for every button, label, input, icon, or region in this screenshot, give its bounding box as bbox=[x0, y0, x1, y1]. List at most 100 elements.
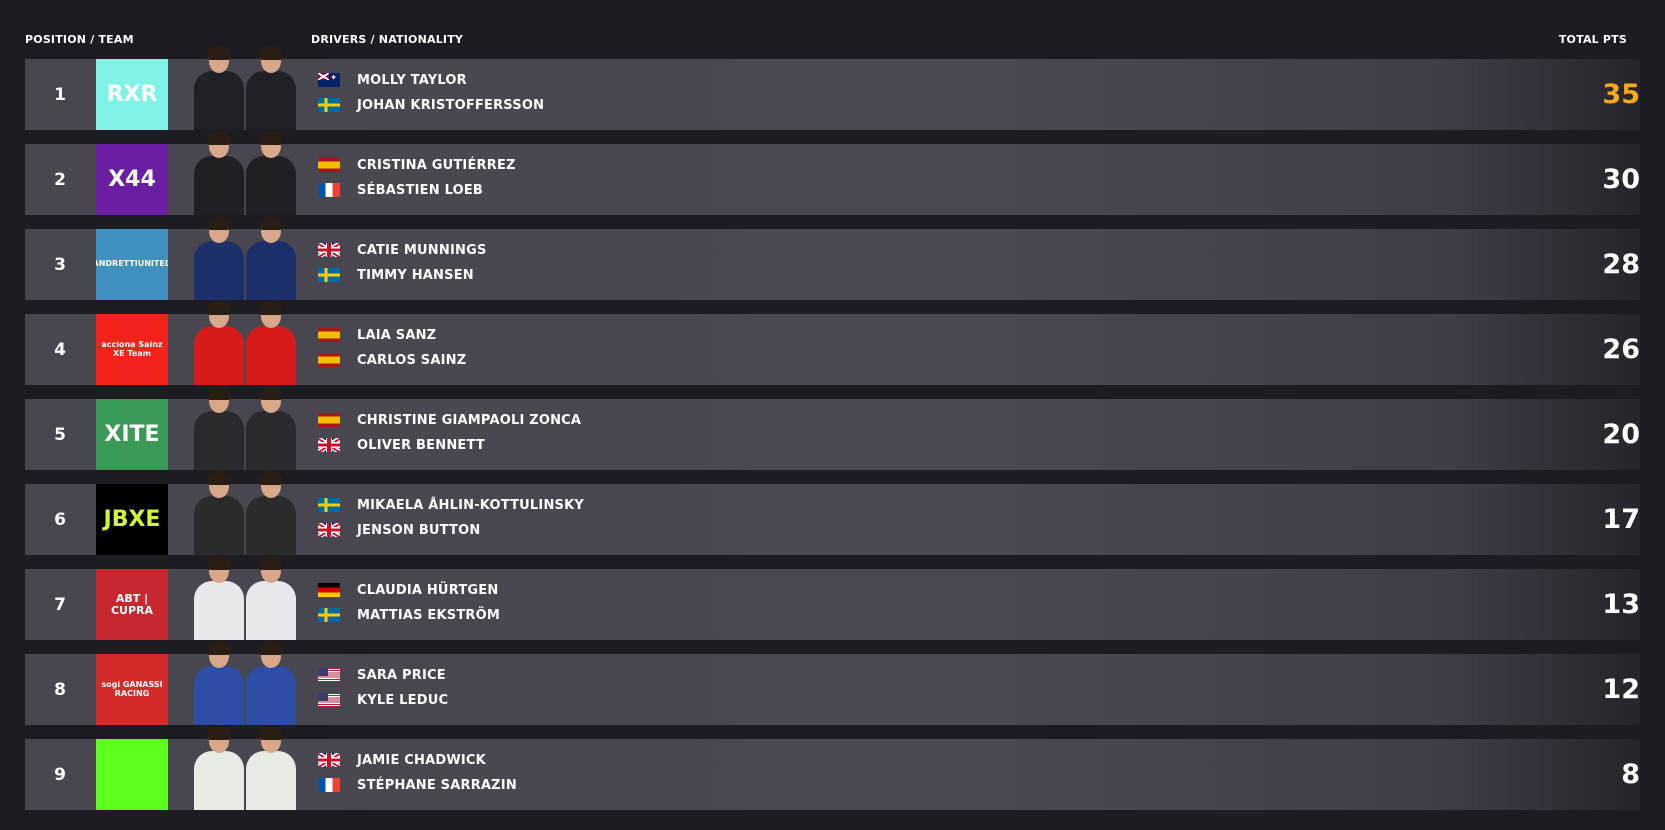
driver-photos bbox=[180, 130, 320, 215]
standings-row[interactable]: 5 XITE CHRISTINE GIAMPAOLI ZONCA OLIVER … bbox=[25, 386, 1640, 470]
driver-photo bbox=[242, 555, 300, 640]
driver-entry[interactable]: SARA PRICE bbox=[318, 666, 446, 684]
standings-row[interactable]: 2 X44 CRISTINA GUTIÉRREZ SÉBASTIEN LOEB … bbox=[25, 131, 1640, 215]
driver-name: STÉPHANE SARRAZIN bbox=[357, 777, 517, 793]
se-flag-icon bbox=[318, 268, 340, 282]
team-logo-text: ANDRETTIUNITED bbox=[96, 259, 168, 269]
driver-photo bbox=[242, 45, 300, 130]
gb-flag-icon bbox=[318, 243, 340, 257]
driver-name: JENSON BUTTON bbox=[357, 522, 481, 538]
driver-name: MOLLY TAYLOR bbox=[357, 72, 467, 88]
us-flag-icon bbox=[318, 693, 340, 707]
de-flag-icon bbox=[318, 583, 340, 597]
team-logo[interactable]: acciona Sainz XE Team bbox=[96, 314, 168, 385]
driver-entry[interactable]: CRISTINA GUTIÉRREZ bbox=[318, 156, 516, 174]
driver-photo bbox=[242, 300, 300, 385]
driver-photos bbox=[180, 640, 320, 725]
driver-entry[interactable]: MOLLY TAYLOR bbox=[318, 71, 467, 89]
position-number: 5 bbox=[54, 424, 66, 445]
team-logo[interactable]: XITE bbox=[96, 399, 168, 470]
driver-entry[interactable]: JOHAN KRISTOFFERSSON bbox=[318, 96, 544, 114]
driver-photos bbox=[180, 215, 320, 300]
driver-name: TIMMY HANSEN bbox=[357, 267, 474, 283]
driver-entry[interactable]: STÉPHANE SARRAZIN bbox=[318, 776, 517, 794]
position-number: 2 bbox=[54, 169, 66, 190]
position-number: 8 bbox=[54, 679, 66, 700]
fr-flag-icon bbox=[318, 778, 340, 792]
driver-entry[interactable]: MIKAELA ÅHLIN-KOTTULINSKY bbox=[318, 496, 584, 514]
drivers-cell: LAIA SANZ CARLOS SAINZ bbox=[318, 314, 818, 385]
position-number: 7 bbox=[54, 594, 66, 615]
gb-flag-icon bbox=[318, 753, 340, 767]
se-flag-icon bbox=[318, 498, 340, 512]
driver-photo bbox=[190, 300, 248, 385]
fr-flag-icon bbox=[318, 183, 340, 197]
position-number: 1 bbox=[54, 84, 66, 105]
driver-photo bbox=[242, 725, 300, 810]
standings-table: 1 RXR MOLLY TAYLOR JOHAN KRISTOFFERSSON … bbox=[25, 46, 1640, 824]
driver-entry[interactable]: KYLE LEDUC bbox=[318, 691, 448, 709]
team-logo[interactable]: RXR bbox=[96, 59, 168, 130]
team-logo[interactable] bbox=[96, 739, 168, 810]
driver-photos bbox=[180, 45, 320, 130]
position-number: 3 bbox=[54, 254, 66, 275]
driver-photo bbox=[190, 385, 248, 470]
driver-photos bbox=[180, 385, 320, 470]
driver-name: KYLE LEDUC bbox=[357, 692, 449, 708]
drivers-cell: MIKAELA ÅHLIN-KOTTULINSKY JENSON BUTTON bbox=[318, 484, 818, 555]
driver-entry[interactable]: CATIE MUNNINGS bbox=[318, 241, 487, 259]
driver-entry[interactable]: LAIA SANZ bbox=[318, 326, 436, 344]
team-logo-text: JBXE bbox=[103, 506, 161, 532]
driver-entry[interactable]: MATTIAS EKSTRÖM bbox=[318, 606, 500, 624]
es-flag-icon bbox=[318, 413, 340, 427]
drivers-cell: SARA PRICE KYLE LEDUC bbox=[318, 654, 818, 725]
es-flag-icon bbox=[318, 158, 340, 172]
driver-name: SÉBASTIEN LOEB bbox=[357, 182, 484, 198]
driver-entry[interactable]: JAMIE CHADWICK bbox=[318, 751, 486, 769]
drivers-cell: CRISTINA GUTIÉRREZ SÉBASTIEN LOEB bbox=[318, 144, 818, 215]
driver-entry[interactable]: SÉBASTIEN LOEB bbox=[318, 181, 483, 199]
au-flag-icon bbox=[318, 73, 340, 87]
total-points: 20 bbox=[1602, 419, 1640, 450]
team-logo[interactable]: ANDRETTIUNITED bbox=[96, 229, 168, 300]
driver-name: CATIE MUNNINGS bbox=[357, 242, 487, 258]
es-flag-icon bbox=[318, 328, 340, 342]
team-logo-text: ABT | CUPRA bbox=[110, 591, 154, 617]
driver-entry[interactable]: CARLOS SAINZ bbox=[318, 351, 466, 369]
standings-row[interactable]: 4 acciona Sainz XE Team LAIA SANZ CARLOS… bbox=[25, 301, 1640, 385]
driver-entry[interactable]: CLAUDIA HÜRTGEN bbox=[318, 581, 498, 599]
driver-photo bbox=[242, 130, 300, 215]
team-logo[interactable]: sogi GANASSI RACING bbox=[96, 654, 168, 725]
drivers-cell: JAMIE CHADWICK STÉPHANE SARRAZIN bbox=[318, 739, 818, 810]
driver-name: SARA PRICE bbox=[357, 667, 446, 683]
team-logo[interactable]: JBXE bbox=[96, 484, 168, 555]
standings-row[interactable]: 9 JAMIE CHADWICK STÉPHANE SARRAZIN 8 bbox=[25, 726, 1640, 810]
driver-name: CRISTINA GUTIÉRREZ bbox=[357, 157, 516, 173]
driver-entry[interactable]: JENSON BUTTON bbox=[318, 521, 480, 539]
standings-row[interactable]: 6 JBXE MIKAELA ÅHLIN-KOTTULINSKY JENSON … bbox=[25, 471, 1640, 555]
drivers-cell: CATIE MUNNINGS TIMMY HANSEN bbox=[318, 229, 818, 300]
team-logo[interactable]: ABT | CUPRA bbox=[96, 569, 168, 640]
standings-row[interactable]: 8 sogi GANASSI RACING SARA PRICE KYLE LE… bbox=[25, 641, 1640, 725]
driver-photos bbox=[180, 725, 320, 810]
driver-photo bbox=[190, 45, 248, 130]
team-logo-text: XITE bbox=[104, 421, 160, 447]
us-flag-icon bbox=[318, 668, 340, 682]
position-number: 9 bbox=[54, 764, 66, 785]
standings-row[interactable]: 1 RXR MOLLY TAYLOR JOHAN KRISTOFFERSSON … bbox=[25, 46, 1640, 130]
standings-row[interactable]: 7 ABT | CUPRA CLAUDIA HÜRTGEN MATTIAS EK… bbox=[25, 556, 1640, 640]
driver-photo bbox=[242, 215, 300, 300]
es-flag-icon bbox=[318, 353, 340, 367]
team-logo-text: sogi GANASSI RACING bbox=[101, 680, 163, 698]
total-pts-header: TOTAL PTS bbox=[1558, 33, 1627, 46]
team-logo[interactable]: X44 bbox=[96, 144, 168, 215]
driver-entry[interactable]: TIMMY HANSEN bbox=[318, 266, 474, 284]
driver-entry[interactable]: CHRISTINE GIAMPAOLI ZONCA bbox=[318, 411, 581, 429]
driver-photo bbox=[242, 385, 300, 470]
driver-name: JAMIE CHADWICK bbox=[357, 752, 486, 768]
total-points: 17 bbox=[1602, 504, 1640, 535]
standings-row[interactable]: 3 ANDRETTIUNITED CATIE MUNNINGS TIMMY HA… bbox=[25, 216, 1640, 300]
driver-name: MIKAELA ÅHLIN-KOTTULINSKY bbox=[357, 497, 584, 513]
team-logo-text: acciona Sainz XE Team bbox=[101, 340, 163, 358]
driver-entry[interactable]: OLIVER BENNETT bbox=[318, 436, 485, 454]
